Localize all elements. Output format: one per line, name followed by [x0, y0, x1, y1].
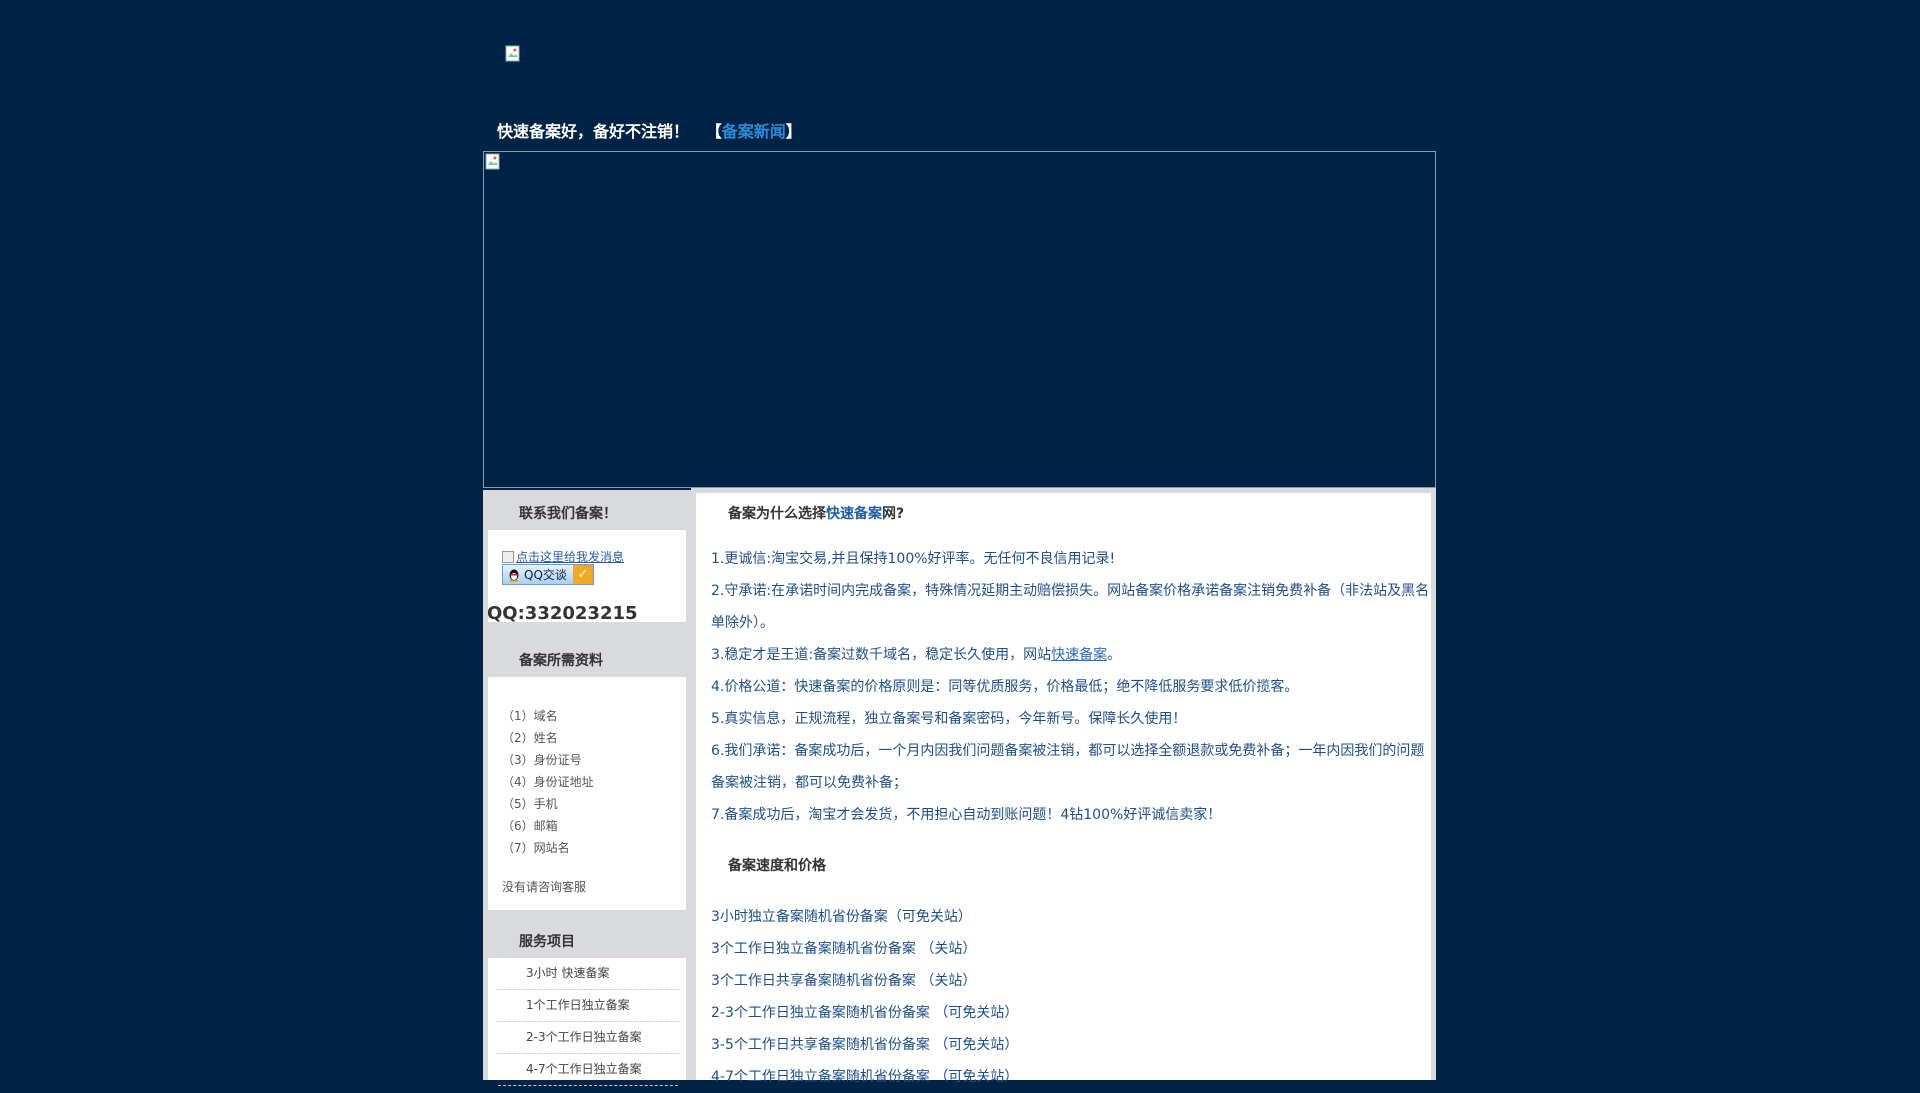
service-item[interactable]: 1个工作日独立备案	[498, 990, 678, 1022]
list-item: （4）身份证地址	[502, 775, 594, 789]
qq-penguin-icon	[509, 569, 519, 582]
fast-record-link[interactable]: 快速备案	[1051, 647, 1107, 663]
service-item[interactable]: 4-7个工作日独立备案	[498, 1054, 678, 1086]
list-item: （3）身份证号	[502, 753, 582, 767]
service-item[interactable]: 3小时 快速备案	[498, 958, 678, 990]
send-message-link[interactable]: 点击这里给我发消息	[502, 548, 624, 565]
why-item: 3.稳定才是王道:备案过数千域名，稳定长久使用，网站快速备案。	[711, 639, 1431, 671]
why-list: 1.更诚信:淘宝交易,并且保持100%好评率。无任何不良信用记录! 2.守承诺:…	[711, 543, 1431, 831]
why-title-highlight[interactable]: 快速备案	[826, 506, 882, 522]
qq-number: QQ:332023215	[487, 603, 638, 624]
page: 快速备案好，备好不注销！ 【备案新闻】 联系我们备案！ 点击这里给我发消息 QQ…	[0, 0, 1920, 1086]
materials-title: 备案所需资料	[519, 653, 603, 669]
speed-title: 备案速度和价格	[728, 858, 826, 874]
send-message-label: 点击这里给我发消息	[516, 550, 625, 564]
list-item: （7）网站名	[502, 841, 570, 855]
news-bracket-open: 【	[705, 122, 722, 141]
main-content: 备案为什么选择快速备案网? 1.更诚信:淘宝交易,并且保持100%好评率。无任何…	[696, 493, 1431, 1085]
broken-image-icon	[502, 550, 514, 563]
why-item: 2.守承诺:在承诺时间内完成备案，特殊情况延期主动赔偿损失。网站备案价格承诺备案…	[711, 583, 1430, 631]
price-list: 3小时独立备案随机省份备案（可免关站） 3个工作日独立备案随机省份备案 （关站）…	[711, 901, 1018, 1093]
price-item: 3个工作日独立备案随机省份备案 （关站）	[711, 941, 977, 957]
banner-broken-image-icon	[485, 153, 503, 171]
why-item: 6.我们承诺：备案成功后，一个月内因我们问题备案被注销，都可以选择全额退款或免费…	[711, 743, 1425, 791]
slogan-text: 快速备案好，备好不注销！	[497, 122, 690, 141]
news-bracket-close: 】	[785, 122, 802, 141]
contact-title: 联系我们备案！	[519, 506, 617, 522]
why-title-pre: 备案为什么选择	[728, 506, 826, 522]
materials-box: （1）域名 （2）姓名 （3）身份证号 （4）身份证地址 （5）手机 （6）邮箱…	[488, 677, 686, 910]
why-item: 7.备案成功后，淘宝才会发货，不用担心自动到账问题！4钻100%好评诚信卖家！	[711, 807, 1222, 823]
price-item: 3小时独立备案随机省份备案（可免关站）	[711, 909, 972, 925]
logo-image-broken-icon[interactable]	[505, 45, 523, 63]
why-item: 1.更诚信:淘宝交易,并且保持100%好评率。无任何不良信用记录!	[711, 551, 1116, 567]
consult-note: 没有请咨询客服	[502, 880, 587, 894]
services-list: 3小时 快速备案 1个工作日独立备案 2-3个工作日独立备案 4-7个工作日独立…	[498, 958, 678, 1086]
why-title-post: 网?	[882, 506, 905, 522]
why-item: 5.真实信息，正规流程，独立备案号和备案密码，今年新号。保障长久使用！	[711, 711, 1187, 727]
list-item: （5）手机	[502, 797, 558, 811]
news-link[interactable]: 备案新闻	[722, 122, 786, 141]
list-item: （6）邮箱	[502, 819, 558, 833]
services-box: 3小时 快速备案 1个工作日独立备案 2-3个工作日独立备案 4-7个工作日独立…	[488, 958, 686, 1086]
check-icon: ✓	[573, 565, 593, 584]
banner[interactable]	[483, 151, 1436, 488]
service-item[interactable]: 2-3个工作日独立备案	[498, 1022, 678, 1054]
why-title: 备案为什么选择快速备案网?	[728, 503, 904, 523]
price-item: 3-5个工作日共享备案随机省份备案 （可免关站）	[711, 1037, 1019, 1053]
left-sidebar: 联系我们备案！ 点击这里给我发消息 QQ交谈 ✓ QQ:332023215 备案…	[483, 490, 691, 1086]
why-item-text: 3.稳定才是王道:备案过数千域名，稳定长久使用，网站	[711, 647, 1052, 663]
services-title: 服务项目	[519, 934, 575, 950]
materials-list: （1）域名 （2）姓名 （3）身份证号 （4）身份证地址 （5）手机 （6）邮箱…	[502, 705, 594, 859]
list-item: （2）姓名	[502, 731, 558, 745]
price-item: 4-7个工作日独立备案随机省份备案 （可免关站）	[711, 1069, 1019, 1085]
why-item: 4.价格公道：快速备案的价格原则是：同等优质服务，价格最低；绝不降低服务要求低价…	[711, 679, 1299, 695]
list-item: （1）域名	[502, 709, 558, 723]
qq-chat-label: QQ交谈	[524, 568, 567, 582]
price-item: 3个工作日共享备案随机省份备案 （关站）	[711, 973, 977, 989]
slogan-bar: 快速备案好，备好不注销！ 【备案新闻】	[497, 120, 802, 144]
why-item-tail: 。	[1107, 647, 1122, 663]
qq-chat-button[interactable]: QQ交谈 ✓	[502, 564, 594, 585]
price-item: 2-3个工作日独立备案随机省份备案 （可免关站）	[711, 1005, 1019, 1021]
